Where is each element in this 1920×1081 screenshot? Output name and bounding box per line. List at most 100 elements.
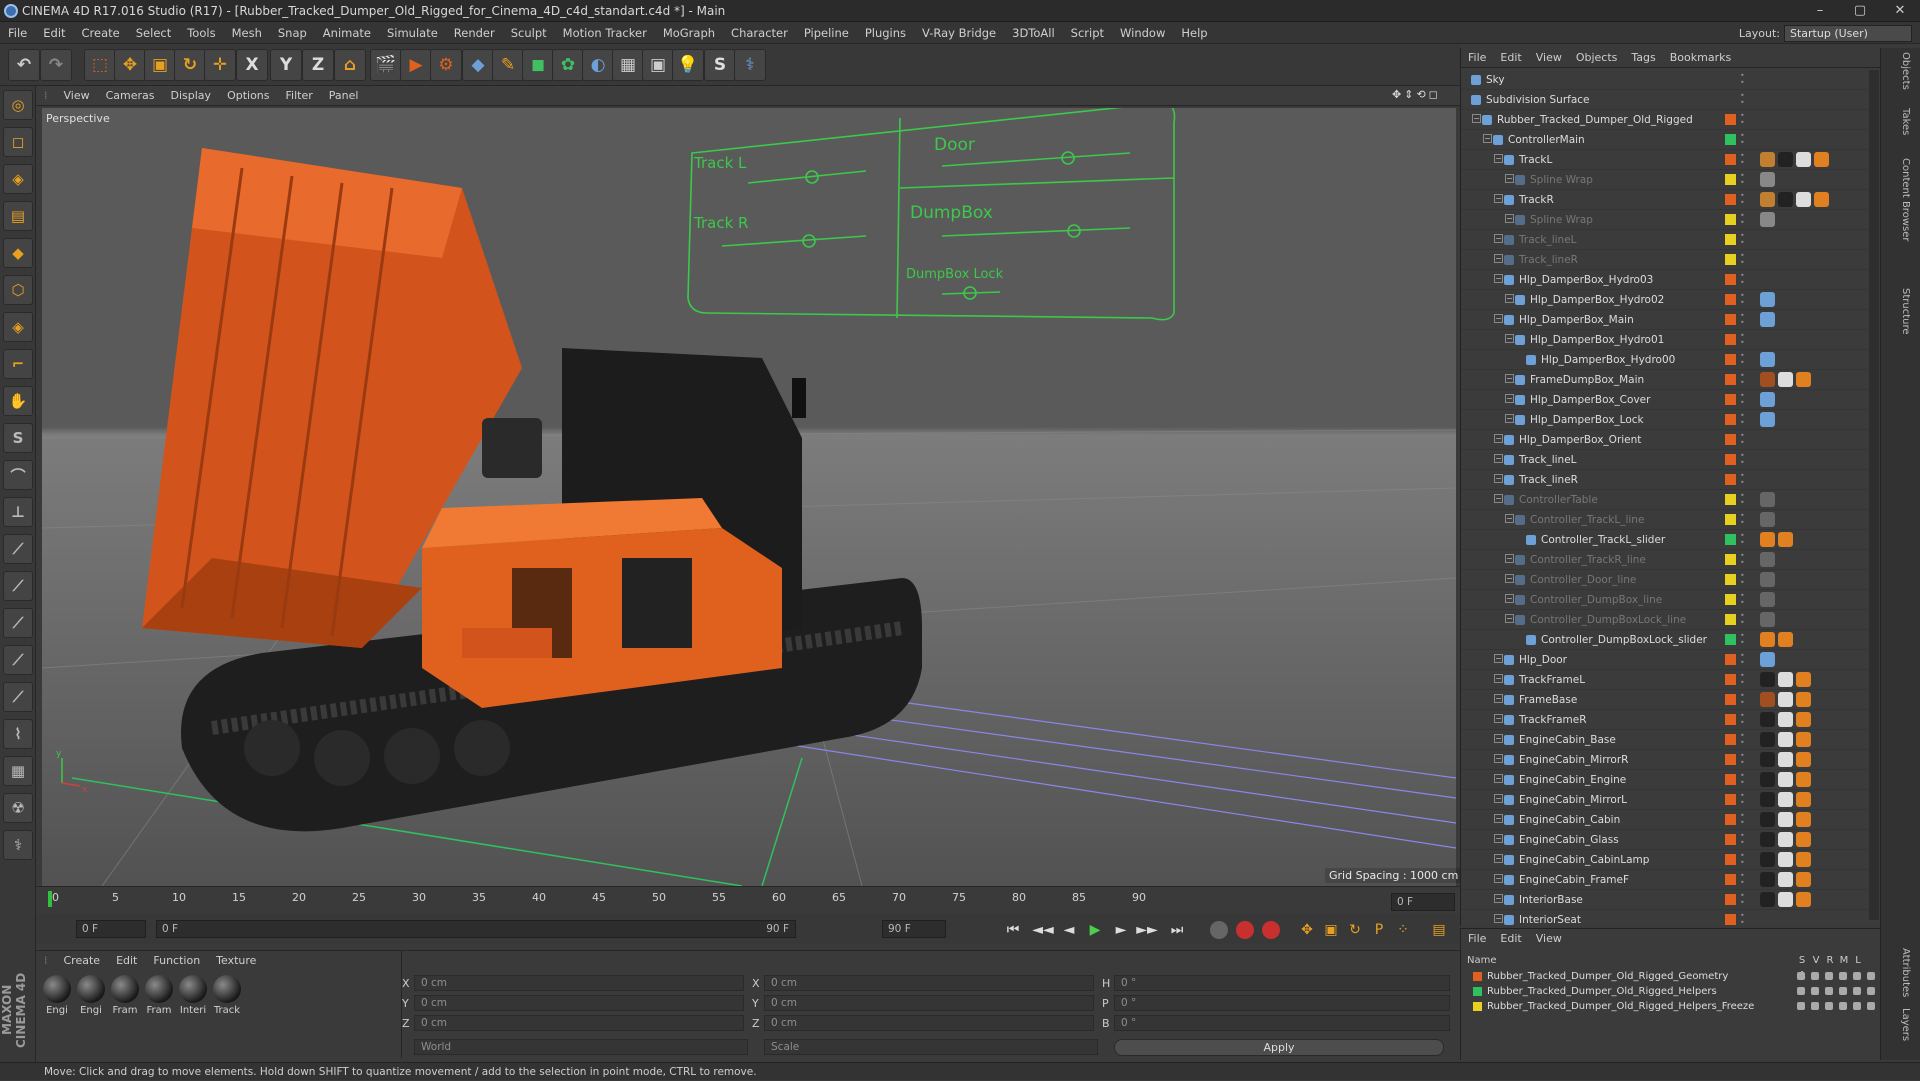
object-row[interactable]: − InteriorBase • • <box>1461 890 1869 910</box>
object-name[interactable]: Spline Wrap <box>1530 210 1593 230</box>
layer-toggle-icon[interactable] <box>1839 972 1847 980</box>
viewport-menu-panel[interactable]: Panel <box>321 86 367 106</box>
object-tag-icon[interactable] <box>1760 172 1775 187</box>
object-name[interactable]: TrackL <box>1519 150 1552 170</box>
object-tag-icon[interactable] <box>1796 792 1811 807</box>
visibility-dots-icon[interactable]: • • <box>1740 612 1746 627</box>
layer-toggle-icon[interactable] <box>1797 1002 1805 1010</box>
layer-toggle-icon[interactable] <box>1853 972 1861 980</box>
max-frame-field[interactable]: 90 F <box>882 920 946 938</box>
object-name[interactable]: FrameDumpBox_Main <box>1530 370 1644 390</box>
expand-toggle-icon[interactable]: − <box>1472 114 1481 123</box>
menu-animate[interactable]: Animate <box>315 22 379 44</box>
object-tag-icon[interactable] <box>1760 872 1775 887</box>
visibility-dots-icon[interactable]: • • <box>1740 732 1746 747</box>
layer-color-swatch[interactable] <box>1725 634 1736 645</box>
object-row[interactable]: − TrackR • • <box>1461 190 1869 210</box>
menu-script[interactable]: Script <box>1063 22 1112 44</box>
layer-color-swatch[interactable] <box>1725 334 1736 345</box>
expand-toggle-icon[interactable]: − <box>1494 734 1503 743</box>
object-row[interactable]: − Hlp_DamperBox_Lock • • <box>1461 410 1869 430</box>
menu-create[interactable]: Create <box>74 22 128 44</box>
object-tag-icon[interactable] <box>1760 392 1775 407</box>
rot-h-field[interactable]: 0 ° <box>1114 975 1450 991</box>
object-name[interactable]: FrameBase <box>1519 690 1577 710</box>
object-tag-icon[interactable] <box>1760 612 1775 627</box>
object-row[interactable]: Hlp_DamperBox_Hydro00 • • <box>1461 350 1869 370</box>
viewport-menu-options[interactable]: Options <box>219 86 277 106</box>
coordinate-mode-dropdown[interactable]: World <box>414 1039 748 1055</box>
object-name[interactable]: TrackFrameL <box>1519 670 1585 690</box>
object-tag-icon[interactable] <box>1760 492 1775 507</box>
layer-toggle-icon[interactable] <box>1825 1002 1833 1010</box>
minimize-button[interactable]: – <box>1800 0 1840 22</box>
object-tag-icon[interactable] <box>1796 812 1811 827</box>
object-tag-icon[interactable] <box>1796 752 1811 767</box>
object-tag-icon[interactable] <box>1778 792 1793 807</box>
rot-p-field[interactable]: 0 ° <box>1114 995 1450 1011</box>
object-tag-icon[interactable] <box>1796 732 1811 747</box>
object-name[interactable]: Track_lineL <box>1519 230 1577 250</box>
material-menu-function[interactable]: Function <box>145 951 208 971</box>
expand-toggle-icon[interactable]: − <box>1494 914 1503 923</box>
expand-toggle-icon[interactable]: − <box>1505 414 1514 423</box>
expand-toggle-icon[interactable]: − <box>1505 554 1514 563</box>
menu-character[interactable]: Character <box>723 22 796 44</box>
object-name[interactable]: Controller_TrackL_line <box>1530 510 1644 530</box>
layer-color-swatch[interactable] <box>1725 534 1736 545</box>
layer-toggle-icon[interactable] <box>1797 972 1805 980</box>
object-row[interactable]: Subdivision Surface • • <box>1461 90 1869 110</box>
object-name[interactable]: Hlp_Door <box>1519 650 1567 670</box>
object-name[interactable]: Subdivision Surface <box>1486 90 1590 110</box>
object-row[interactable]: − FrameBase • • <box>1461 690 1869 710</box>
expand-toggle-icon[interactable]: − <box>1505 374 1514 383</box>
visibility-dots-icon[interactable]: • • <box>1740 252 1746 267</box>
move-icon[interactable]: ✥ <box>114 49 146 81</box>
visibility-dots-icon[interactable]: • • <box>1740 672 1746 687</box>
extrude-icon[interactable]: ⟋ <box>3 571 33 601</box>
menu-pipeline[interactable]: Pipeline <box>796 22 857 44</box>
object-name[interactable]: ControllerTable <box>1519 490 1598 510</box>
object-tag-icon[interactable] <box>1778 712 1793 727</box>
menu-plugins[interactable]: Plugins <box>857 22 914 44</box>
object-row[interactable]: − Controller_DumpBox_line • • <box>1461 590 1869 610</box>
object-tag-icon[interactable] <box>1778 772 1793 787</box>
object-name[interactable]: Hlp_DamperBox_Hydro03 <box>1519 270 1653 290</box>
visibility-dots-icon[interactable]: • • <box>1740 512 1746 527</box>
object-name[interactable]: Hlp_DamperBox_Hydro00 <box>1541 350 1675 370</box>
layer-toggle-icon[interactable] <box>1867 987 1875 995</box>
object-name[interactable]: EngineCabin_MirrorL <box>1519 790 1627 810</box>
object-tag-icon[interactable] <box>1796 152 1811 167</box>
layer-color-swatch[interactable] <box>1725 514 1736 525</box>
expand-toggle-icon[interactable]: − <box>1494 894 1503 903</box>
move-view-icon[interactable]: ✥ <box>1392 88 1401 104</box>
object-row[interactable]: − EngineCabin_Cabin • • <box>1461 810 1869 830</box>
expand-toggle-icon[interactable]: − <box>1505 614 1514 623</box>
points-mode-icon[interactable]: ◆ <box>3 238 33 268</box>
expand-toggle-icon[interactable]: − <box>1494 194 1503 203</box>
layer-color-swatch[interactable] <box>1725 654 1736 665</box>
object-row[interactable]: Sky • • <box>1461 70 1869 90</box>
object-tag-icon[interactable] <box>1778 732 1793 747</box>
object-tag-icon[interactable] <box>1760 512 1775 527</box>
layer-toggle-icon[interactable] <box>1839 987 1847 995</box>
layer-color-swatch[interactable] <box>1725 554 1736 565</box>
object-row[interactable]: − Hlp_DamperBox_Hydro01 • • <box>1461 330 1869 350</box>
object-row[interactable]: − Hlp_DamperBox_Main • • <box>1461 310 1869 330</box>
layer-menu-view[interactable]: View <box>1529 929 1569 949</box>
axis-icon[interactable]: ⌐ <box>3 349 33 379</box>
object-name[interactable]: EngineCabin_Glass <box>1519 830 1619 850</box>
expand-toggle-icon[interactable]: − <box>1494 254 1503 263</box>
object-tag-icon[interactable] <box>1760 752 1775 767</box>
snap-icon[interactable]: S <box>3 423 33 453</box>
visibility-dots-icon[interactable]: • • <box>1740 552 1746 567</box>
object-name[interactable]: Controller_DumpBoxLock_line <box>1530 610 1686 630</box>
object-tag-icon[interactable] <box>1778 672 1793 687</box>
deformer-icon[interactable]: ◐ <box>582 49 614 81</box>
object-tag-icon[interactable] <box>1778 632 1793 647</box>
object-tag-icon[interactable] <box>1796 712 1811 727</box>
workplane-icon[interactable]: ▤ <box>3 201 33 231</box>
layer-color-swatch[interactable] <box>1725 694 1736 705</box>
layer-color-swatch[interactable] <box>1725 594 1736 605</box>
object-tag-icon[interactable] <box>1796 892 1811 907</box>
